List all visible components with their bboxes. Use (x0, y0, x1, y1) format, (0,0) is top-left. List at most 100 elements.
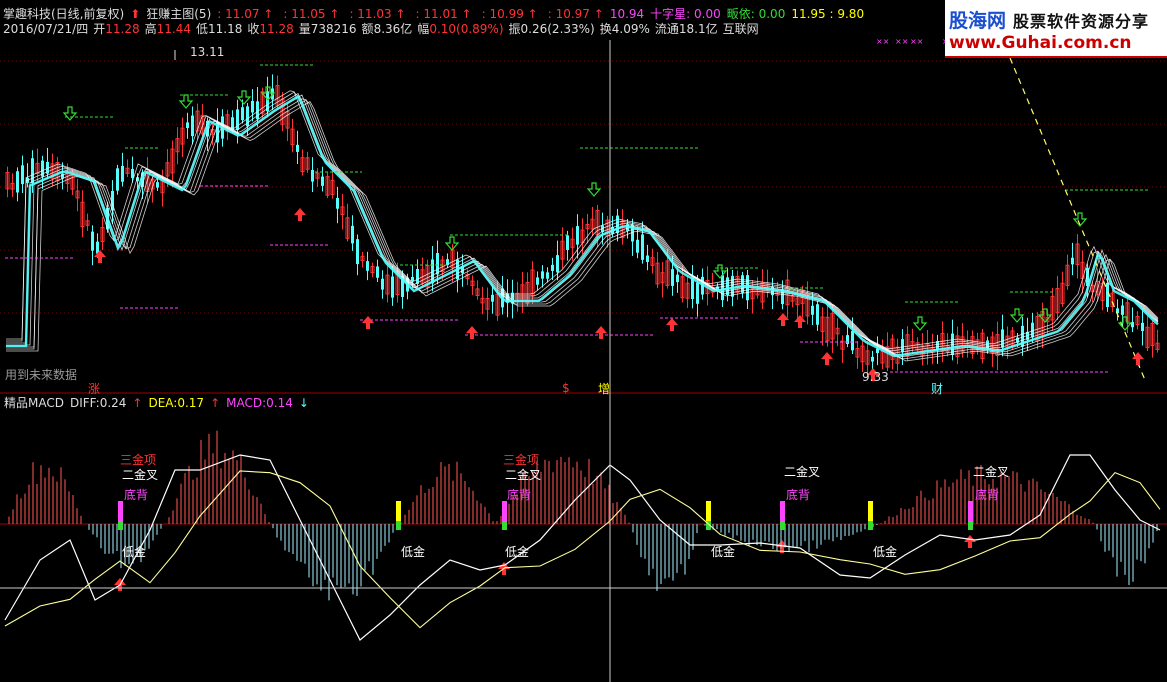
diff-up-icon: ↑ (132, 396, 143, 410)
candle-body (901, 339, 904, 353)
price-low-label: 9.33 (862, 370, 889, 384)
low-label: 低 (195, 22, 208, 36)
signal-low-gold: 低金 (401, 545, 426, 559)
candle-body (1121, 305, 1124, 315)
signal-bar-base (502, 521, 507, 530)
ma-value-5: : 10.99 ↑ (481, 7, 538, 21)
turnover-value: 4.09% (611, 22, 650, 36)
candle-body (641, 234, 644, 260)
header-row-2: 2016/07/21/四 开11.28 高11.44 低11.18 收11.28… (3, 23, 759, 36)
ma-value-3: : 11.03 ↑ (349, 7, 406, 21)
high-label: 高 (144, 22, 157, 36)
candle-body (366, 261, 369, 271)
candle-body (351, 225, 354, 244)
candle-body (676, 274, 679, 283)
candle-body (381, 278, 384, 290)
signal-bar (780, 501, 785, 521)
candle-body (251, 100, 254, 113)
candle-body (436, 253, 439, 275)
candle-body (816, 304, 819, 325)
signal-bottom-div: 底背 (124, 488, 149, 502)
candle-body (1071, 257, 1074, 265)
candle-body (311, 169, 314, 182)
signal-bar-base (780, 521, 785, 530)
signal-low-gold: 低金 (711, 545, 736, 559)
macd-buy-arrow (964, 535, 976, 548)
signal-bar (396, 501, 401, 521)
signal-double-gold: 二金叉 (784, 465, 821, 479)
macd-label: MACD: (226, 396, 267, 410)
change-label: 幅 (417, 22, 430, 36)
watermark-tagline: 股票软件资源分享 (1013, 12, 1150, 31)
diff-value: 0.24 (99, 396, 127, 410)
diff-label: DIFF: (69, 396, 100, 410)
candle-body (91, 231, 94, 251)
candle-body (811, 305, 814, 315)
signal-double-gold: 二金叉 (973, 465, 1010, 479)
dea-up-icon: ↑ (210, 396, 221, 410)
candle-body (411, 277, 414, 282)
candle-body (1141, 322, 1144, 332)
signal-bar (868, 501, 873, 521)
candle-body (336, 197, 339, 209)
float-value: 18.1亿 (678, 22, 718, 36)
candle-body (546, 272, 549, 279)
candle-body (576, 226, 579, 245)
candle-body (616, 215, 619, 234)
marker-zhang: 涨 (88, 382, 101, 396)
candle-body (241, 107, 244, 121)
candles (5, 74, 1160, 378)
turnover-label: 换 (599, 22, 612, 36)
candle-body (191, 115, 194, 137)
signal-low-gold: 低金 (873, 545, 898, 559)
chart-title[interactable]: 掌趣科技(日线,前复权) (3, 8, 124, 21)
candle-body (416, 268, 419, 284)
candlestick-chart[interactable]: ×××××××× (0, 0, 1167, 682)
ma-value-4: : 11.01 ↑ (415, 7, 472, 21)
open-value: 11.28 (105, 22, 140, 36)
signal-double-gold: 二金叉 (505, 468, 542, 482)
candle-body (491, 294, 494, 302)
candle-body (356, 239, 359, 265)
volume-value: 738216 (310, 22, 357, 36)
stock-chart-window[interactable]: { "header":{ "title":"掌趣科技(日线,前复权)", "in… (0, 0, 1167, 682)
candle-body (731, 275, 734, 297)
dea-label: DEA: (148, 396, 178, 410)
sell-arrow (236, 90, 252, 105)
candle-body (851, 331, 854, 351)
candle-body (156, 182, 159, 188)
signal-bottom-div: 底背 (507, 488, 532, 502)
range-label: 11.95 : 9.80 (791, 7, 865, 21)
indicator-up-icon: ⬆ (130, 7, 141, 21)
macd-header: 精品MACD DIFF:0.24 ↑ DEA:0.17 ↑ MACD:0.14 … (4, 397, 309, 410)
signal-bar (502, 501, 507, 521)
crosshair (0, 40, 1167, 682)
macd-lines (4, 454, 1161, 641)
macd-value: 0.14 (266, 396, 293, 410)
buy-arrow (294, 208, 306, 221)
candle-body (131, 168, 134, 178)
low-value: 11.18 (207, 22, 243, 36)
candle-body (121, 165, 124, 182)
marker-dollar: $ (562, 381, 570, 395)
candle-body (636, 239, 639, 253)
signal-bottom-div: 底背 (786, 488, 811, 502)
sell-arrow (586, 182, 602, 197)
indicator-name[interactable]: 狂赚主图(5) (146, 8, 211, 21)
candle-body (1031, 322, 1034, 338)
price-high-label: 13.11 (190, 45, 225, 59)
dea-value: 0.17 (177, 396, 205, 410)
signal-bar (968, 501, 973, 521)
candle-body (116, 168, 119, 191)
x-mark: ×× (895, 37, 908, 46)
candle-body (31, 158, 34, 184)
macd-title[interactable]: 精品MACD (4, 397, 64, 410)
candle-body (566, 235, 569, 250)
signal-low-gold: 低金 (505, 545, 530, 559)
buy-arrow (466, 326, 478, 339)
ma-value-6: : 10.97 ↑ (547, 7, 604, 21)
buy-arrow (821, 352, 833, 365)
close-value: 11.28 (259, 22, 294, 36)
candle-body (296, 144, 299, 152)
header-row-1: 掌趣科技(日线,前复权) ⬆ 狂赚主图(5) : 11.07 ↑: 11.05 … (3, 8, 864, 21)
